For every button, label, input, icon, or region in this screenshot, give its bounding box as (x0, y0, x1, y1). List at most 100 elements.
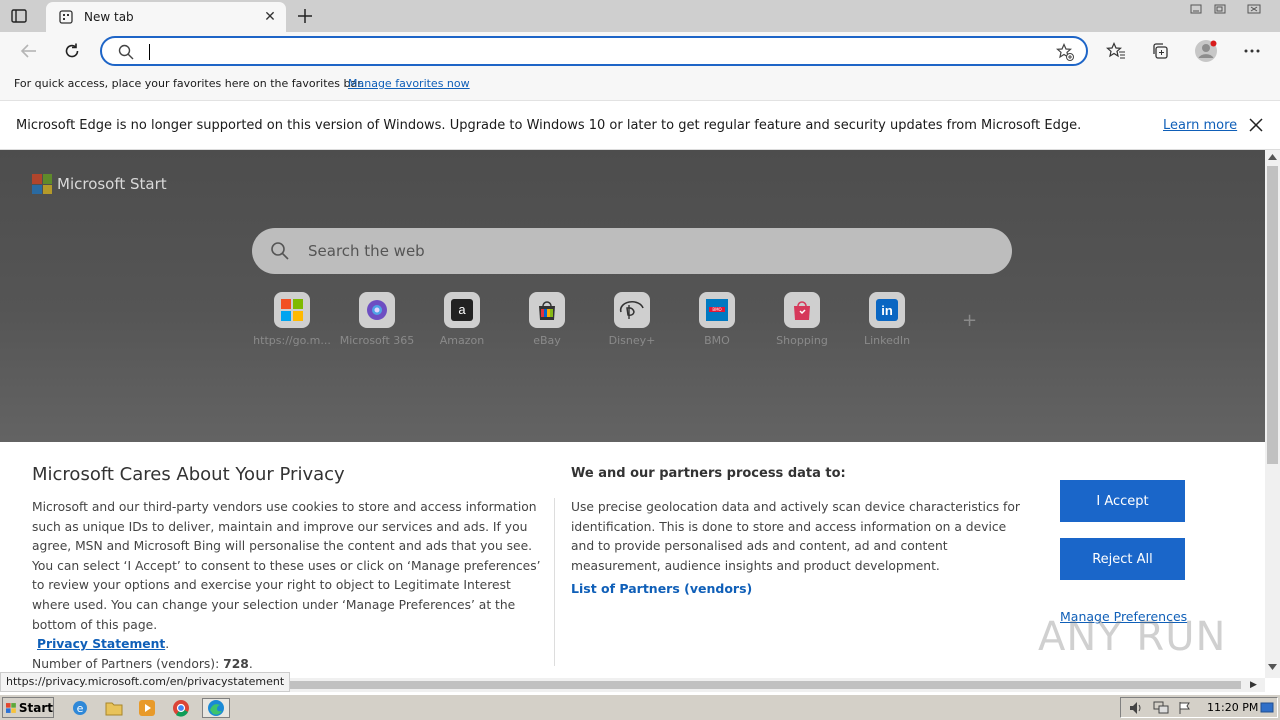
media-player-icon[interactable] (137, 698, 157, 718)
privacy-body: Microsoft and our third-party vendors us… (32, 498, 542, 674)
favorites-bar-message: For quick access, place your favorites h… (14, 77, 365, 90)
close-icon (1249, 118, 1263, 132)
action-center-flag-icon[interactable] (1178, 701, 1192, 715)
unsupported-os-infobar: Microsoft Edge is no longer supported on… (0, 100, 1280, 150)
quick-link[interactable]: https://go.m... (252, 292, 332, 347)
search-placeholder: Search the web (308, 242, 425, 260)
file-explorer-icon[interactable] (104, 698, 124, 718)
quick-link[interactable]: in LinkedIn (847, 292, 927, 347)
windows-flag-icon (6, 702, 16, 713)
plus-icon (298, 9, 312, 23)
more-options-icon (1244, 49, 1260, 53)
microsoft-logo-icon (32, 174, 52, 194)
quick-link-label: eBay (533, 334, 561, 347)
windows-taskbar: Start e 11:20 PM (0, 694, 1280, 720)
start-button[interactable]: Start (2, 697, 54, 718)
svg-text:a: a (458, 302, 466, 317)
svg-text:e: e (77, 702, 84, 715)
partners-list-link[interactable]: List of Partners (vendors) (571, 581, 752, 596)
close-tab-icon[interactable]: ✕ (262, 9, 278, 25)
manage-favorites-link[interactable]: Manage favorites now (348, 77, 470, 90)
close-window-button[interactable] (1234, 0, 1274, 18)
quick-link[interactable]: Microsoft 365 (337, 292, 417, 347)
back-arrow-icon (20, 44, 36, 58)
minimize-icon (1190, 4, 1202, 14)
quick-link-label: https://go.m... (253, 334, 331, 347)
web-search-box[interactable]: Search the web (252, 228, 1012, 274)
add-favorite-icon[interactable] (1056, 43, 1074, 61)
quick-link[interactable]: a Amazon (422, 292, 502, 347)
privacy-statement-link[interactable]: Privacy Statement (37, 637, 165, 651)
svg-text:in: in (881, 303, 893, 318)
quick-link-label: LinkedIn (863, 334, 911, 347)
column-divider (554, 498, 555, 666)
vertical-scrollbar[interactable] (1265, 150, 1280, 678)
back-button[interactable] (16, 39, 42, 63)
quick-link[interactable]: Disney+ (592, 292, 672, 347)
scroll-right-icon[interactable]: ▶ (1250, 680, 1257, 690)
chrome-icon[interactable] (171, 698, 191, 718)
privacy-consent-banner: Microsoft Cares About Your Privacy Micro… (0, 442, 1265, 678)
volume-icon[interactable] (1129, 701, 1145, 715)
purpose-heading: We and our partners process data to: (571, 466, 846, 481)
refresh-icon (65, 43, 79, 58)
privacy-title: Microsoft Cares About Your Privacy (32, 464, 345, 485)
learn-more-link[interactable]: Learn more (1163, 118, 1237, 133)
amazon-icon: a (444, 292, 480, 328)
scrollbar-thumb[interactable] (1267, 166, 1278, 464)
show-desktop-icon[interactable] (1260, 701, 1274, 715)
quick-link-label: Shopping (776, 334, 828, 347)
brand-name: Microsoft Start (57, 175, 167, 193)
infobar-close-button[interactable] (1246, 115, 1266, 135)
scroll-down-icon[interactable] (1268, 664, 1277, 670)
privacy-statement-period: . (165, 637, 170, 652)
microsoft-icon (274, 292, 310, 328)
quick-link[interactable]: eBay (507, 292, 587, 347)
profile-button[interactable] (1193, 39, 1219, 63)
partners-count: 728 (223, 656, 249, 671)
search-icon (118, 44, 134, 60)
linkedin-icon: in (869, 292, 905, 328)
edge-taskbar-icon[interactable] (202, 698, 230, 718)
favorites-icon (1106, 42, 1125, 59)
collections-button[interactable] (1147, 39, 1173, 63)
start-label: Start (18, 700, 53, 715)
taskbar-clock: 11:20 PM (1207, 701, 1259, 714)
quick-link[interactable]: Shopping (762, 292, 842, 347)
disney-icon (614, 292, 650, 328)
reject-all-button[interactable]: Reject All (1060, 538, 1185, 580)
network-icon[interactable] (1153, 701, 1169, 715)
new-tab-button[interactable] (294, 5, 316, 27)
close-window-icon (1247, 4, 1261, 14)
favorites-button[interactable] (1103, 39, 1129, 63)
infobar-message: Microsoft Edge is no longer supported on… (16, 118, 1082, 133)
accept-button[interactable]: I Accept (1060, 480, 1185, 522)
microsoft365-icon (359, 292, 395, 328)
settings-menu-button[interactable] (1239, 39, 1265, 63)
purpose-text: Use precise geolocation data and activel… (571, 500, 1020, 573)
tab-actions-button[interactable] (8, 6, 30, 26)
internet-explorer-icon[interactable]: e (70, 698, 90, 718)
quick-link[interactable]: BMO BMO (677, 292, 757, 347)
new-tab-page-icon (59, 10, 73, 24)
horizontal-scrollbar-thumb[interactable] (286, 681, 1241, 689)
partners-count-label: Number of Partners (vendors): (32, 656, 224, 671)
privacy-body-text: Microsoft and our third-party vendors us… (32, 500, 541, 632)
add-shortcut-button[interactable]: + (962, 310, 977, 331)
restore-icon (1214, 4, 1226, 14)
address-bar[interactable] (100, 36, 1088, 66)
browser-toolbar (0, 32, 1280, 70)
minimize-button[interactable] (1184, 0, 1208, 18)
active-tab[interactable]: New tab ✕ (46, 2, 286, 32)
quick-link-label: BMO (704, 334, 730, 347)
microsoft-start-logo[interactable]: Microsoft Start (32, 174, 167, 194)
scroll-up-icon[interactable] (1268, 154, 1277, 160)
ebay-icon (529, 292, 565, 328)
tab-actions-icon (11, 9, 27, 23)
tab-strip: New tab ✕ (0, 0, 1280, 32)
restore-button[interactable] (1208, 0, 1232, 18)
anyrun-watermark: ANY RUN (1038, 614, 1227, 660)
text-cursor (149, 44, 150, 60)
bmo-icon: BMO (699, 292, 735, 328)
refresh-button[interactable] (59, 39, 85, 63)
